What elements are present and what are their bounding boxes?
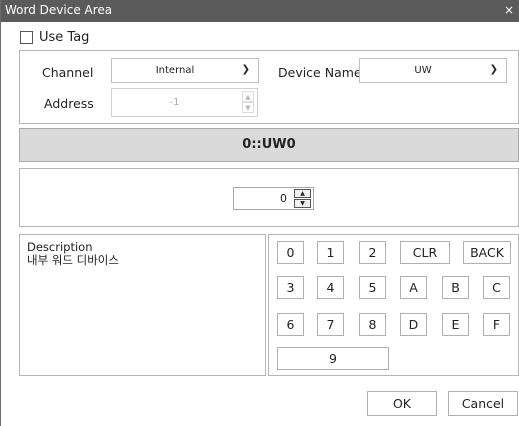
channel-select[interactable]: Internal ❯ [111,58,259,83]
description-text: 내부 워드 디바이스 [27,253,119,267]
arrow-up-icon: ▲ [242,91,254,102]
key-6[interactable]: 6 [277,313,304,336]
key-9[interactable]: 9 [277,347,389,370]
offset-input[interactable]: 0 ▲ ▼ [233,187,314,210]
ok-button[interactable]: OK [367,391,437,416]
arrow-down-icon: ▼ [242,102,254,113]
word-device-area-dialog: Word Device Area × Use Tag Channel Inter… [0,0,519,426]
address-input: -1 ▲ ▼ [111,88,258,117]
decrement-arrow-icon[interactable]: ▼ [294,199,311,208]
address-spinner: ▲ ▼ [242,91,254,114]
key-f[interactable]: F [483,313,510,336]
key-1[interactable]: 1 [317,241,344,264]
key-d[interactable]: D [400,313,427,336]
chevron-down-icon: ❯ [241,64,250,75]
description-panel: Description 내부 워드 디바이스 [19,234,266,376]
use-tag-option[interactable]: Use Tag [20,30,89,45]
offset-value: 0 [280,192,287,205]
key-3[interactable]: 3 [277,276,304,299]
key-7[interactable]: 7 [317,313,344,336]
key-e[interactable]: E [442,313,469,336]
close-icon[interactable]: × [504,3,514,17]
cancel-button[interactable]: Cancel [448,391,518,416]
use-tag-checkbox[interactable] [20,31,33,44]
increment-arrow-icon[interactable]: ▲ [294,189,311,198]
offset-spinner[interactable]: ▲ ▼ [294,189,311,209]
window-title: Word Device Area [5,3,113,17]
key-a[interactable]: A [400,276,427,299]
key-clr[interactable]: CLR [400,241,450,264]
device-name-select[interactable]: UW ❯ [359,58,507,83]
key-b[interactable]: B [442,276,469,299]
channel-label: Channel [42,65,94,80]
address-label: Address [44,96,94,111]
title-bar: Word Device Area × [1,0,519,22]
device-settings-panel: Channel Internal ❯ Device Name UW ❯ Addr… [19,50,519,124]
key-c[interactable]: C [483,276,510,299]
key-5[interactable]: 5 [359,276,386,299]
key-8[interactable]: 8 [359,313,386,336]
use-tag-label: Use Tag [39,30,90,45]
key-4[interactable]: 4 [317,276,344,299]
key-2[interactable]: 2 [359,241,386,264]
address-value: -1 [169,97,180,108]
device-name-label: Device Name [278,65,362,80]
device-code-display: 0::UW0 [242,137,296,152]
key-0[interactable]: 0 [277,241,304,264]
keypad-panel: 0 1 2 CLR BACK 3 4 5 A B C 6 7 8 D E F 9 [268,234,519,376]
device-name-value: UW [414,65,432,76]
chevron-down-icon: ❯ [489,64,498,75]
offset-panel: 0 ▲ ▼ [19,168,519,227]
key-back[interactable]: BACK [463,241,511,264]
description-title: Description [27,240,93,254]
device-code-panel: 0::UW0 [19,128,519,162]
channel-value: Internal [155,65,195,76]
